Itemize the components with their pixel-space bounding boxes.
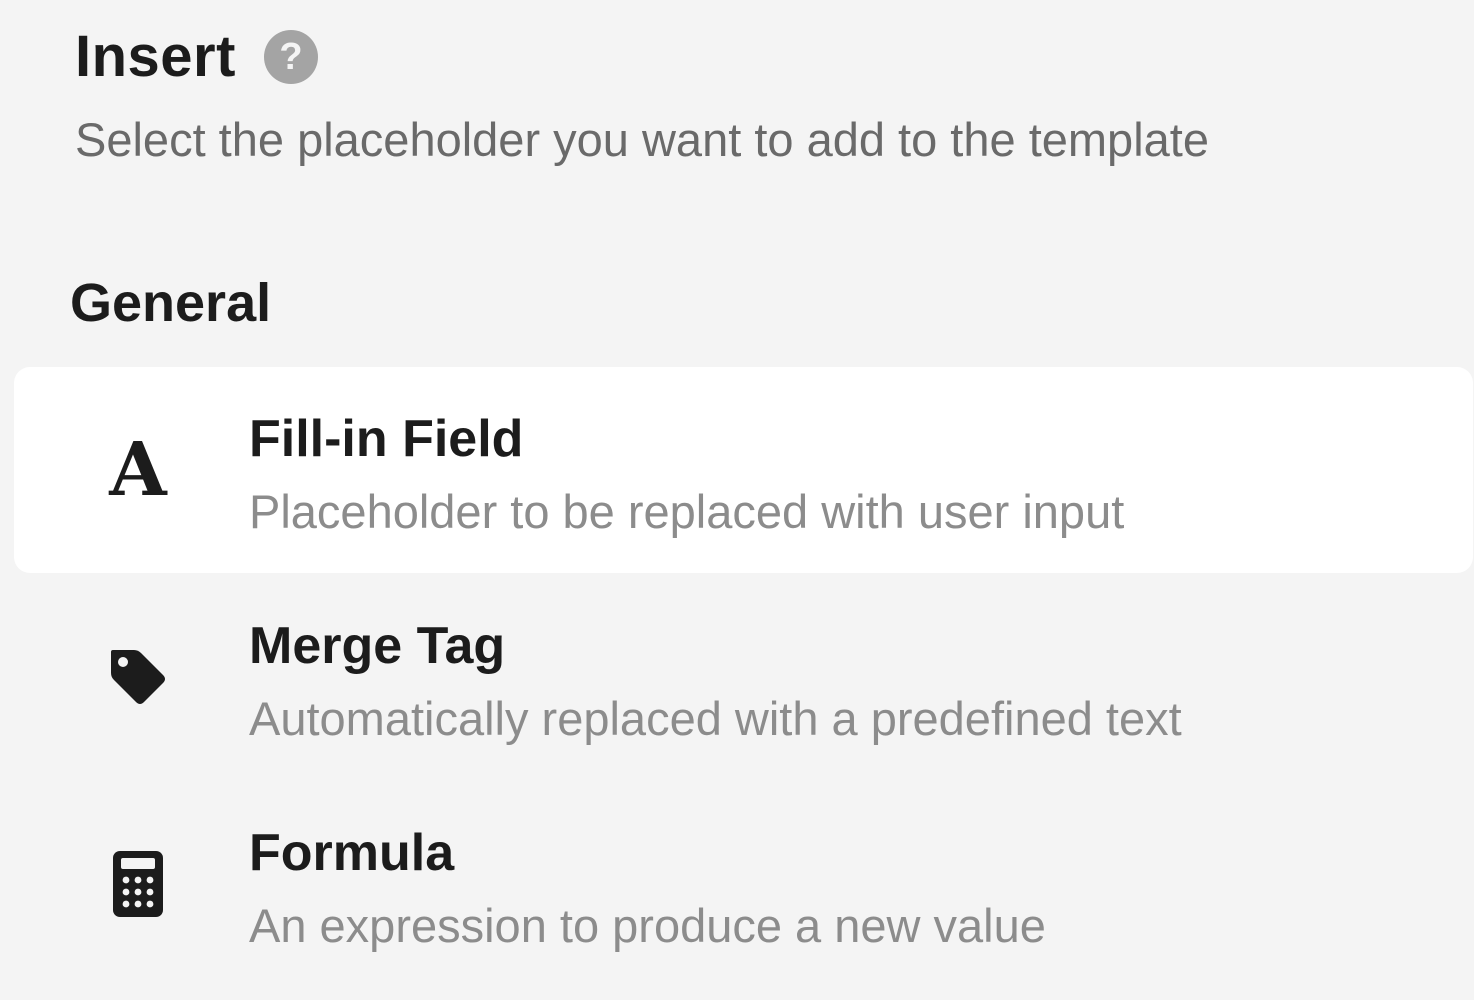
placeholder-option-formula[interactable]: Formula An expression to produce a new v… (14, 781, 1473, 987)
panel-title: Insert (75, 24, 236, 89)
option-label: Formula (249, 824, 455, 882)
option-description: Automatically replaced with a predefined… (249, 692, 1182, 745)
option-label: Fill-in Field (249, 410, 524, 468)
calculator-icon-svg (113, 851, 163, 917)
help-icon[interactable]: ? (263, 30, 318, 84)
tag-icon-svg (111, 650, 165, 704)
section-title-general: General (70, 273, 272, 333)
panel-subtitle: Select the placeholder you want to add t… (75, 113, 1209, 166)
placeholder-option-merge-tag[interactable]: Merge Tag Automatically replaced with a … (14, 574, 1473, 780)
calculator-icon (102, 781, 174, 987)
placeholder-option-fill-in-field[interactable]: A Fill-in Field Placeholder to be replac… (14, 367, 1473, 573)
insert-placeholder-panel: Insert ? Select the placeholder you want… (0, 0, 1474, 1000)
panel-header: Insert ? (75, 22, 318, 92)
option-description: Placeholder to be replaced with user inp… (249, 485, 1125, 538)
option-description: An expression to produce a new value (249, 899, 1046, 952)
tag-icon (102, 574, 174, 780)
font-letter-a-glyph: A (109, 427, 167, 513)
help-icon-glyph: ? (279, 35, 303, 78)
option-label: Merge Tag (249, 617, 506, 675)
font-letter-a-icon: A (102, 367, 174, 573)
